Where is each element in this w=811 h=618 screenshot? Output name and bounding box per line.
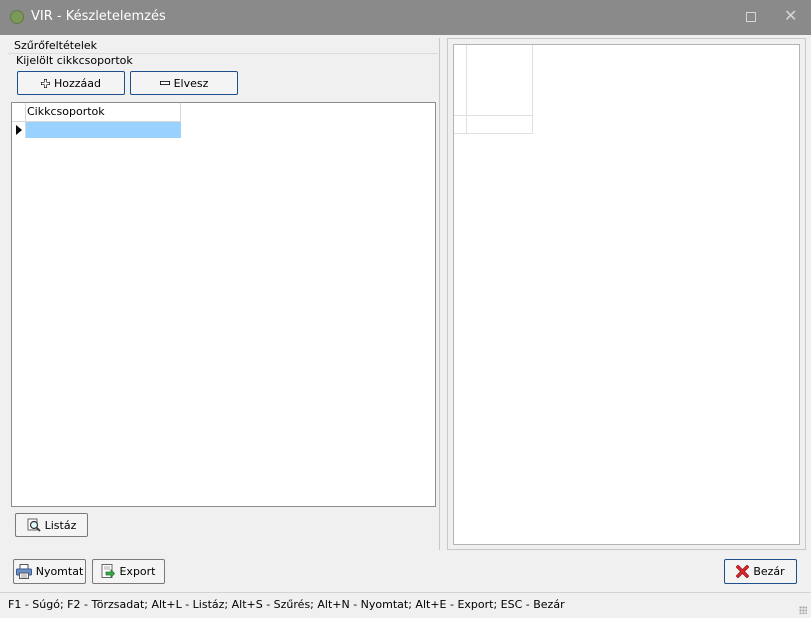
minus-icon [159,80,170,85]
selected-groups-label: Kijelölt cikkcsoportok [16,54,133,67]
app-icon [10,10,24,24]
grid-corner [12,103,26,122]
export-button[interactable]: Export [92,559,165,584]
print-button-label: Nyomtat [35,565,84,578]
report-panel [447,38,806,550]
remove-button[interactable]: Elvesz [130,71,238,95]
window-title: VIR - Készletelemzés [31,9,166,24]
close-window-icon[interactable]: ✕ [784,8,797,24]
printer-icon [15,564,32,579]
add-button-label: Hozzáad [53,76,101,90]
column-header-groups[interactable]: Cikkcsoportok [26,103,181,122]
row-indicator[interactable] [12,122,26,138]
resize-grip-icon[interactable] [799,606,807,614]
grid-cell-selected[interactable] [26,122,181,138]
window-client-area: Szűrőfeltételek Kijelölt cikkcsoportok H… [0,35,811,618]
magnifier-icon [27,518,41,532]
export-button-label: Export [119,565,156,578]
remove-button-label: Elvesz [173,76,209,90]
status-bar-text: F1 - Súgó; F2 - Törzsadat; Alt+L - Listá… [8,598,565,611]
list-button-label: Listáz [44,518,77,532]
current-row-arrow-icon [16,125,22,135]
report-grid [454,45,534,135]
plus-icon [40,78,50,88]
list-button[interactable]: Listáz [15,513,88,537]
report-area[interactable] [453,44,800,545]
maximize-icon[interactable] [746,12,756,22]
add-button[interactable]: Hozzáad [17,71,125,95]
filter-panel: Szűrőfeltételek Kijelölt cikkcsoportok H… [8,38,440,550]
status-bar: F1 - Súgó; F2 - Törzsadat; Alt+L - Listá… [0,592,811,618]
export-icon [101,564,116,578]
title-bar: VIR - Készletelemzés ✕ [0,0,811,35]
close-button[interactable]: Bezár [724,559,797,584]
print-button[interactable]: Nyomtat [13,559,86,584]
groups-grid[interactable]: Cikkcsoportok [11,102,436,507]
bottom-toolbar: Nyomtat Export Bezár [0,550,811,594]
close-button-label: Bezár [753,565,785,578]
filter-section-label: Szűrőfeltételek [14,39,98,52]
red-x-icon [736,565,750,578]
